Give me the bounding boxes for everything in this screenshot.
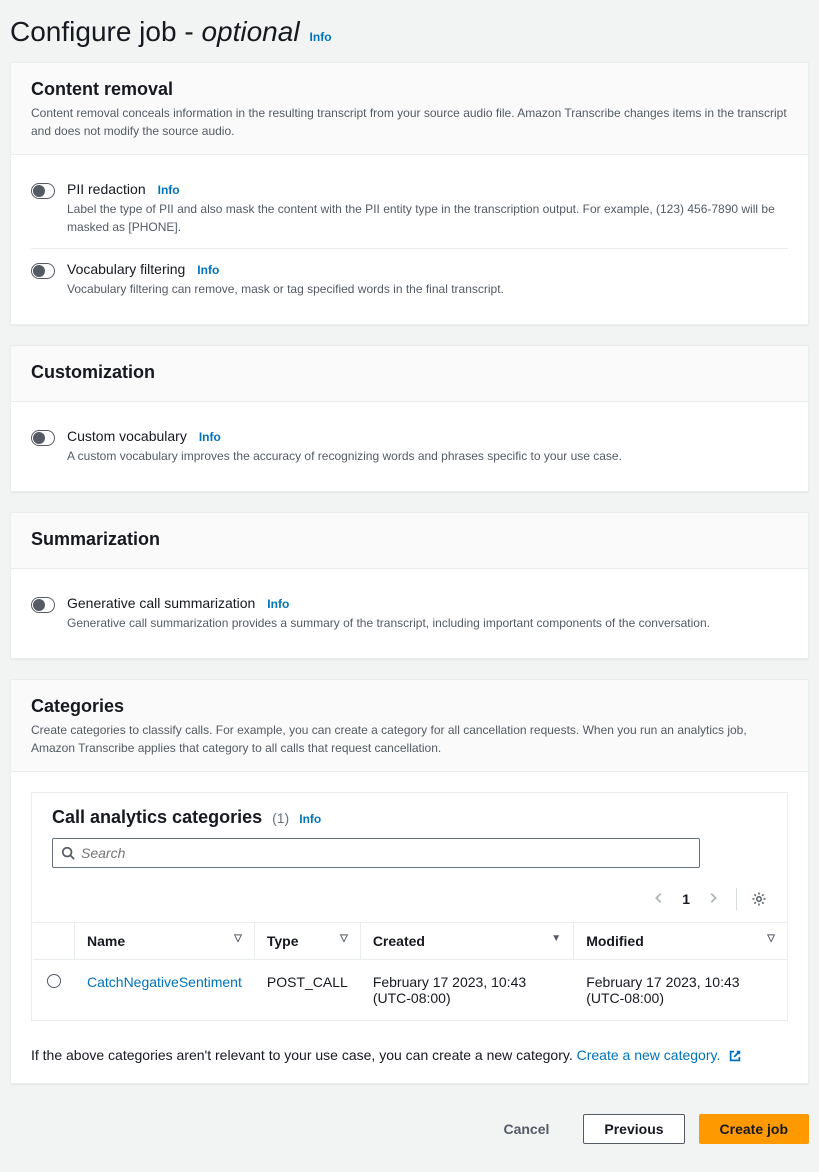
pii-title: PII redaction: [67, 181, 146, 197]
settings-button[interactable]: [751, 891, 767, 907]
categories-heading: Categories: [31, 696, 788, 717]
categories-panel: Categories Create categories to classify…: [10, 679, 809, 1084]
create-category-link[interactable]: Create a new category.: [577, 1047, 743, 1063]
call-analytics-count: (1): [272, 810, 289, 826]
gs-info-link[interactable]: Info: [267, 597, 289, 611]
call-analytics-subpanel: Call analytics categories (1) Info 1: [31, 792, 788, 1021]
sort-icon: ▽: [340, 933, 348, 944]
search-input-wrap[interactable]: [52, 838, 700, 868]
vocab-filtering-toggle[interactable]: [31, 263, 55, 279]
call-analytics-title: Call analytics categories: [52, 807, 262, 828]
call-analytics-info-link[interactable]: Info: [299, 812, 321, 826]
customization-panel: Customization Custom vocabulary Info A c…: [10, 345, 809, 492]
page-info-link[interactable]: Info: [310, 30, 332, 44]
row-select-radio[interactable]: [47, 974, 61, 988]
vocab-desc: Vocabulary filtering can remove, mask or…: [67, 280, 788, 298]
vocab-title: Vocabulary filtering: [67, 261, 185, 277]
customization-heading: Customization: [31, 362, 788, 383]
categories-desc: Create categories to classify calls. For…: [31, 721, 788, 757]
search-icon: [61, 846, 75, 860]
divider: [736, 888, 737, 910]
chevron-left-icon: [652, 891, 666, 905]
gs-desc: Generative call summarization provides a…: [67, 614, 788, 632]
page-number: 1: [682, 891, 690, 907]
generative-summarization-toggle[interactable]: [31, 597, 55, 613]
col-modified[interactable]: Modified▽: [574, 923, 787, 960]
sort-icon: ▽: [767, 933, 775, 944]
gear-icon: [751, 891, 767, 907]
cancel-button[interactable]: Cancel: [483, 1115, 569, 1143]
content-removal-panel: Content removal Content removal conceals…: [10, 62, 809, 325]
col-created[interactable]: Created▼: [360, 923, 573, 960]
external-link-icon: [728, 1049, 742, 1063]
sort-icon: ▽: [234, 933, 242, 944]
categories-table: Name▽ Type▽ Created▼ Modified▽ CatchNega…: [32, 922, 787, 1020]
content-removal-heading: Content removal: [31, 79, 788, 100]
search-input[interactable]: [81, 845, 691, 861]
pii-info-link[interactable]: Info: [158, 183, 180, 197]
pii-desc: Label the type of PII and also mask the …: [67, 200, 788, 236]
vocab-info-link[interactable]: Info: [197, 263, 219, 277]
create-job-button[interactable]: Create job: [699, 1114, 809, 1144]
content-removal-desc: Content removal conceals information in …: [31, 104, 788, 140]
cv-title: Custom vocabulary: [67, 428, 187, 444]
summarization-panel: Summarization Generative call summarizat…: [10, 512, 809, 659]
col-select: [33, 923, 75, 960]
custom-vocab-toggle[interactable]: [31, 430, 55, 446]
cell-created: February 17 2023, 10:43 (UTC-08:00): [360, 960, 573, 1021]
prev-page-button[interactable]: [650, 889, 668, 910]
page-title: Configure job - optional: [10, 16, 300, 48]
pii-redaction-toggle[interactable]: [31, 183, 55, 199]
gs-title: Generative call summarization: [67, 595, 255, 611]
col-type[interactable]: Type▽: [254, 923, 360, 960]
next-page-button[interactable]: [704, 889, 722, 910]
category-name-link[interactable]: CatchNegativeSentiment: [87, 974, 242, 990]
table-row: CatchNegativeSentiment POST_CALL Februar…: [33, 960, 788, 1021]
cv-info-link[interactable]: Info: [199, 430, 221, 444]
previous-button[interactable]: Previous: [583, 1114, 684, 1144]
cv-desc: A custom vocabulary improves the accurac…: [67, 447, 788, 465]
sort-icon: ▼: [551, 933, 561, 944]
categories-footer-note: If the above categories aren't relevant …: [11, 1041, 808, 1083]
cell-modified: February 17 2023, 10:43 (UTC-08:00): [574, 960, 787, 1021]
summarization-heading: Summarization: [31, 529, 788, 550]
chevron-right-icon: [706, 891, 720, 905]
col-name[interactable]: Name▽: [75, 923, 255, 960]
cell-type: POST_CALL: [254, 960, 360, 1021]
